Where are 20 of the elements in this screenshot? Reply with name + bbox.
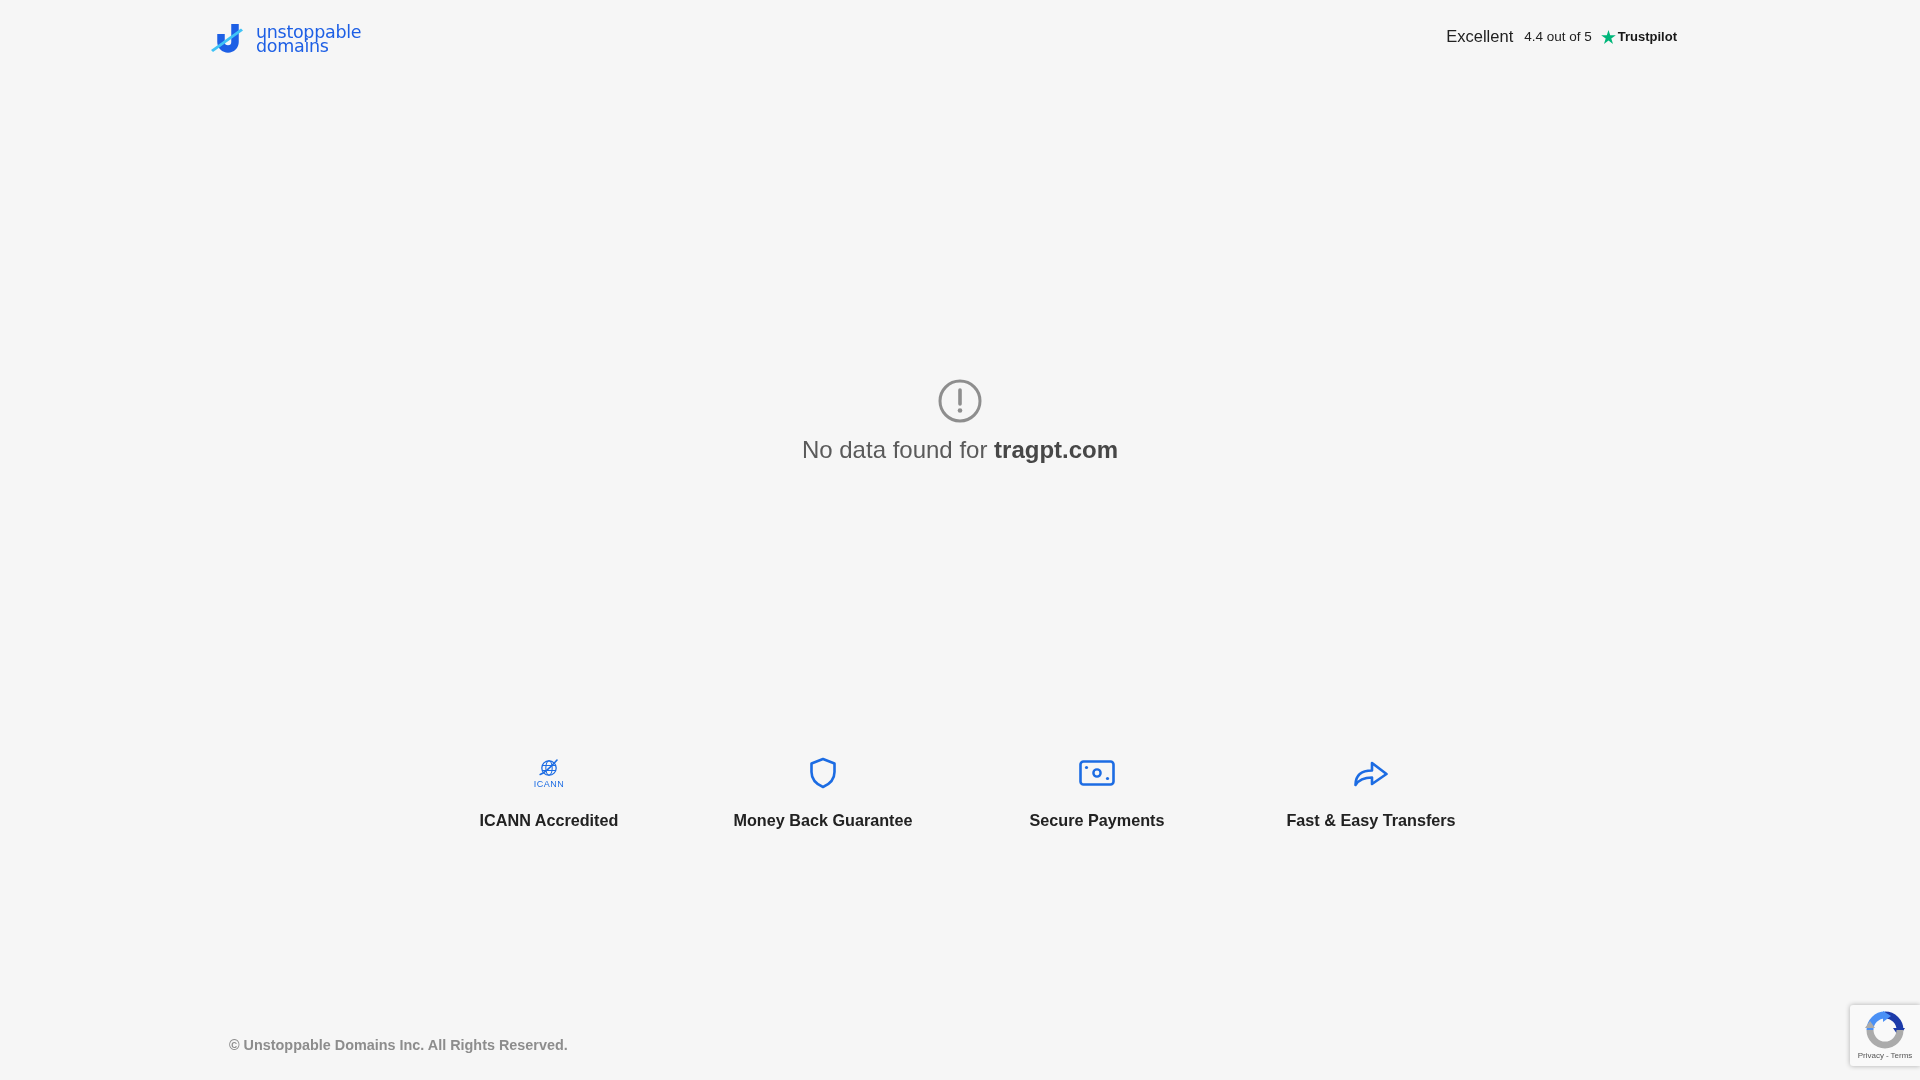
star-icon: [1600, 29, 1616, 44]
rating-score: 4.4 out of 5: [1524, 29, 1592, 44]
no-data-message: No data found for tragpt.com: [801, 435, 1119, 465]
circular-arrows-icon: [1865, 1011, 1905, 1049]
feature-label: Money Back Guarantee: [733, 810, 913, 831]
logo-text[interactable]: unstoppable domains: [256, 23, 362, 53]
terms-link[interactable]: Terms: [1890, 1051, 1913, 1061]
feature-label: Fast & Easy Transfers: [1286, 810, 1456, 831]
shield-icon: [809, 757, 837, 789]
exclamation-circle-icon: [938, 379, 982, 423]
icann-logo: ICANN: [533, 757, 565, 789]
copyright-text: © Unstoppable Domains Inc. All Rights Reserved.: [229, 1036, 568, 1055]
link-separator: -: [1885, 1051, 1889, 1061]
logo-icon[interactable]: [210, 21, 244, 55]
banknote-icon: [1079, 760, 1115, 786]
privacy-link[interactable]: Privacy: [1857, 1051, 1884, 1061]
feature-label: ICANN Accredited: [479, 810, 619, 831]
brand-name: Trustpilot: [1617, 29, 1677, 44]
feature-label: Secure Payments: [1029, 810, 1165, 831]
rating-label: Excellent: [1446, 27, 1514, 46]
